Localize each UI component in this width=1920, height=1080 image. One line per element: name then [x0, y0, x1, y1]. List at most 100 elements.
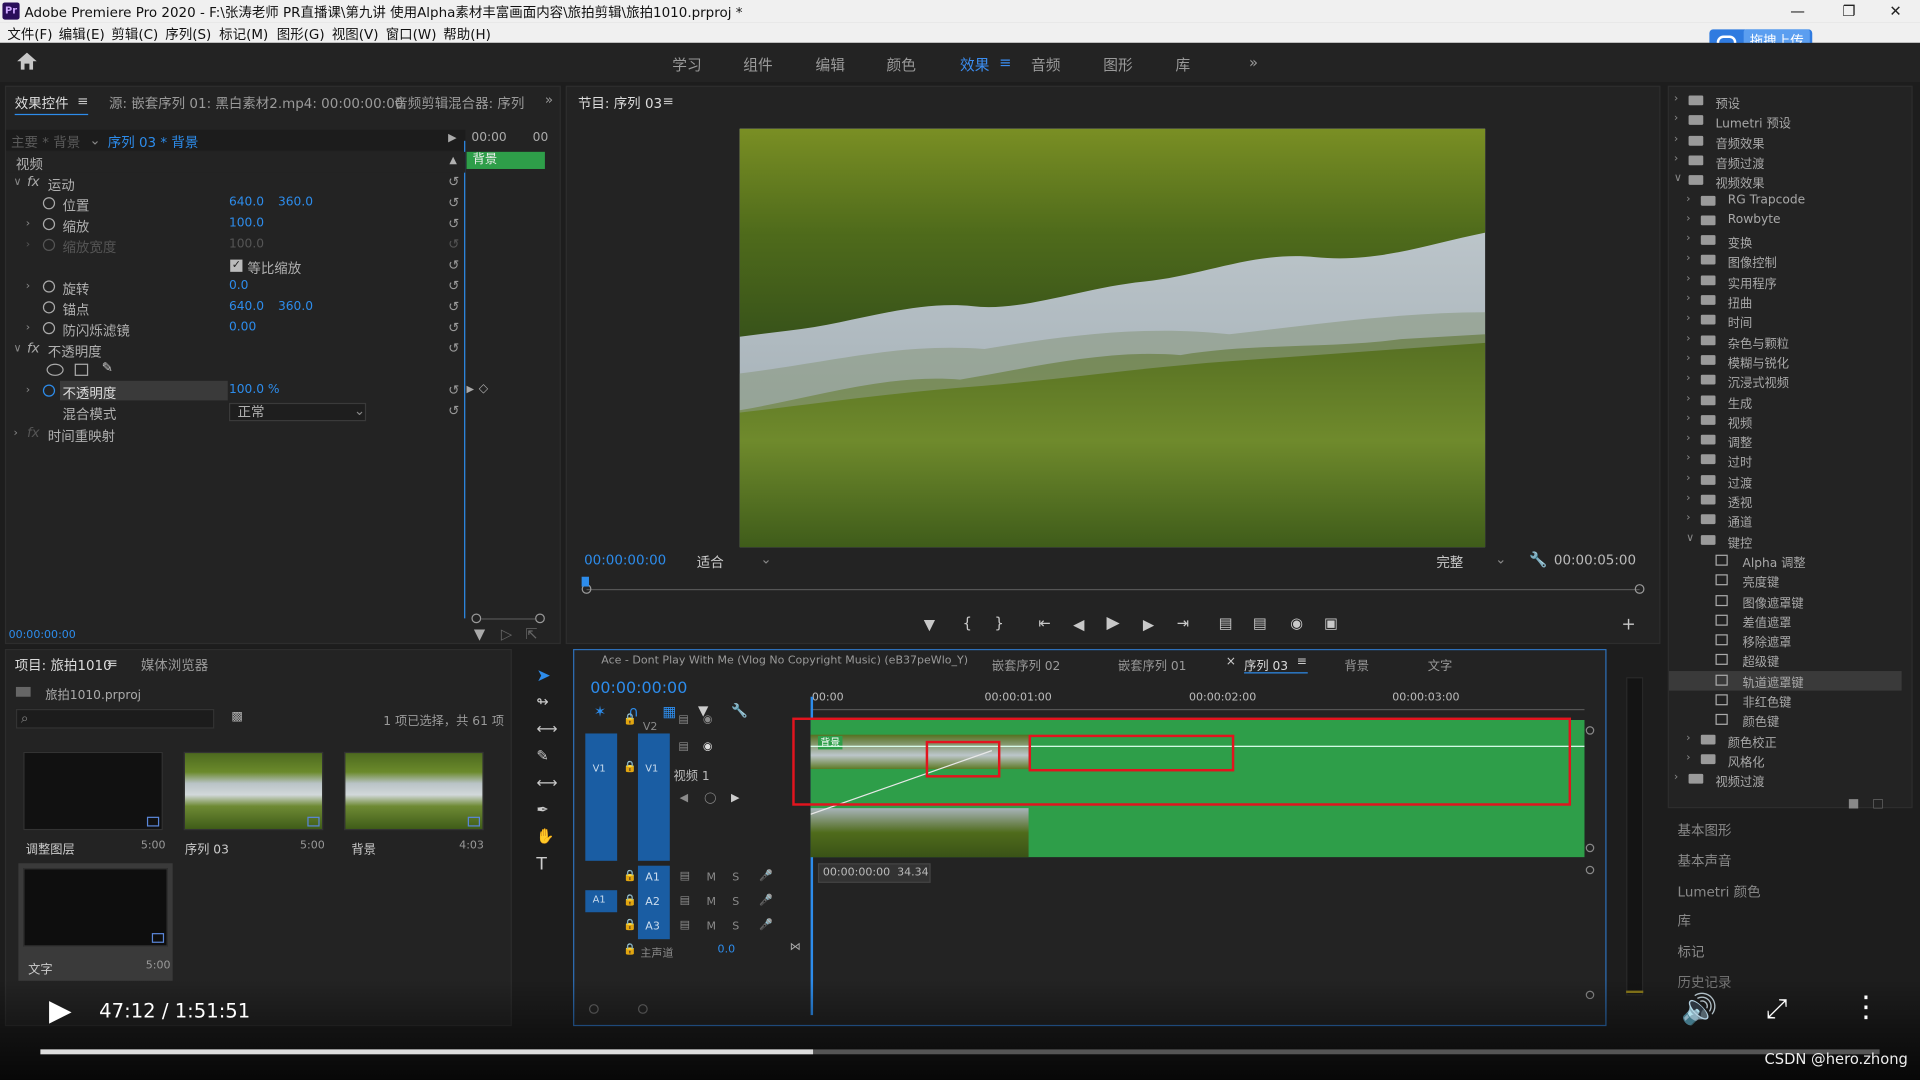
track-select-tool-icon[interactable]: ↬	[536, 693, 548, 710]
expand-chevron-icon[interactable]: ›	[26, 280, 30, 292]
expand-chevron-icon[interactable]: ›	[1686, 732, 1690, 744]
lock-icon[interactable]: 🔒	[623, 944, 637, 956]
stopwatch-icon[interactable]	[42, 217, 56, 231]
scroll-up-icon[interactable]: ▲	[449, 154, 457, 165]
expand-chevron-icon[interactable]: ›	[1686, 392, 1690, 404]
tab-sequence-03[interactable]: 序列 03	[1244, 655, 1288, 673]
selection-tool-icon[interactable]: ➤	[536, 666, 550, 686]
expand-chevron-icon[interactable]: ∨	[1674, 173, 1682, 185]
effects-folder[interactable]: › 音频过渡	[1669, 152, 1902, 171]
expand-chevron-icon[interactable]: ›	[1686, 372, 1690, 384]
expand-chevron-icon[interactable]: ∨	[1686, 532, 1694, 544]
expand-chevron-icon[interactable]: ›	[1674, 133, 1678, 145]
reset-icon[interactable]: ↺	[448, 340, 459, 356]
opacity-group-row[interactable]: ∨ fx 不透明度 ↺	[6, 339, 465, 360]
menu-edit[interactable]: 编辑(E)	[59, 24, 105, 44]
ws-learn[interactable]: 学习	[672, 54, 701, 75]
volume-icon[interactable]: 🔊	[1681, 992, 1718, 1026]
microphone-icon[interactable]: 🎤	[759, 871, 773, 883]
keying-effect-item[interactable]: 非红色键	[1669, 691, 1902, 710]
expand-chevron-icon[interactable]: ›	[1686, 213, 1690, 225]
ec-zoom-slider[interactable]	[471, 613, 545, 625]
stopwatch-icon[interactable]	[42, 280, 56, 293]
reset-icon[interactable]: ↺	[448, 382, 459, 398]
reset-icon[interactable]: ↺	[448, 320, 459, 336]
timeline-vscroll[interactable]	[1585, 726, 1595, 1008]
dropdown-chevron-icon[interactable]: ⌄	[354, 403, 365, 419]
keying-effect-item[interactable]: Alpha 调整	[1669, 551, 1902, 570]
menu-window[interactable]: 窗口(W)	[386, 24, 437, 44]
go-to-out-icon[interactable]: ⇥	[1172, 615, 1194, 632]
close-icon[interactable]: ✕	[1871, 0, 1920, 22]
keyframe-nav-icon[interactable]: ▶	[467, 383, 475, 394]
keyframe-icon[interactable]: ◯	[704, 792, 716, 804]
expand-chevron-icon[interactable]: ›	[1686, 353, 1690, 365]
tab-media-browser[interactable]: 媒体浏览器	[141, 655, 208, 675]
effects-subfolder[interactable]: › 过时	[1669, 451, 1902, 470]
home-icon[interactable]	[17, 52, 37, 70]
ws-libraries[interactable]: 库	[1176, 54, 1191, 75]
tab-menu-icon[interactable]: ≡	[662, 93, 673, 109]
tab-project[interactable]: 项目: 旅拍1010	[15, 655, 112, 675]
step-back-icon[interactable]: ◀	[1068, 616, 1090, 633]
effects-folder[interactable]: › 音频效果	[1669, 132, 1902, 151]
expand-chevron-icon[interactable]: ›	[1674, 93, 1678, 105]
lock-icon[interactable]: 🔒	[623, 895, 637, 907]
source-patch-a1[interactable]: A1	[585, 890, 618, 913]
keying-effect-item[interactable]: 亮度键	[1669, 571, 1902, 590]
expand-chevron-icon[interactable]: ›	[1686, 472, 1690, 484]
ws-assembly[interactable]: 组件	[743, 54, 772, 75]
ws-menu-icon[interactable]: ≡	[999, 54, 1011, 71]
program-title[interactable]: 节目: 序列 03	[578, 93, 662, 113]
exit-fullscreen-icon[interactable]: ⤢	[1766, 994, 1788, 1025]
effects-folder[interactable]: › 视频过渡	[1669, 770, 1902, 790]
panel-essential-graphics[interactable]: 基本图形	[1678, 820, 1911, 840]
maximize-icon[interactable]: ❐	[1824, 0, 1873, 22]
menu-marker[interactable]: 标记(M)	[219, 24, 268, 44]
tab-audio-mixer[interactable]: 音频剪辑混合器: 序列	[394, 93, 524, 113]
hand-tool-icon[interactable]: ✋	[536, 828, 554, 845]
menu-view[interactable]: 视图(V)	[332, 24, 379, 44]
play-only-audio-icon[interactable]: ▷	[501, 626, 512, 643]
mute-button[interactable]: M	[707, 921, 717, 933]
lock-icon[interactable]: 🔒	[623, 920, 637, 932]
effects-subfolder[interactable]: › 实用程序	[1669, 271, 1902, 291]
nest-toggle-icon[interactable]: ✶	[594, 703, 606, 720]
expand-chevron-icon[interactable]: ›	[1686, 253, 1690, 265]
lock-icon[interactable]: 🔒	[623, 762, 637, 774]
panel-essential-sound[interactable]: 基本声音	[1678, 851, 1911, 871]
effects-subfolder[interactable]: › 图像控制	[1669, 251, 1902, 271]
anchor-y-value[interactable]: 360.0	[278, 300, 313, 313]
keying-effect-item[interactable]: 颜色键	[1669, 711, 1902, 730]
position-x-value[interactable]: 640.0	[229, 196, 264, 209]
expand-chevron-icon[interactable]: ›	[1674, 153, 1678, 165]
opacity-value[interactable]: 100.0 %	[229, 383, 280, 396]
ws-audio[interactable]: 音频	[1031, 54, 1060, 75]
extract-icon[interactable]: ▤	[1249, 615, 1271, 632]
tab-menu-icon[interactable]: ≡	[77, 93, 88, 109]
effects-subfolder[interactable]: › 沉浸式视频	[1669, 371, 1902, 390]
scale-value[interactable]: 100.0	[229, 217, 264, 230]
minimize-icon[interactable]: —	[1773, 0, 1822, 22]
tab-background[interactable]: 背景	[1344, 655, 1368, 673]
mark-in-icon[interactable]: {	[956, 615, 978, 632]
expand-chevron-icon[interactable]: ›	[1686, 492, 1690, 504]
stopwatch-icon[interactable]	[42, 197, 56, 210]
effects-subfolder[interactable]: › 时间	[1669, 311, 1902, 331]
solo-button[interactable]: S	[732, 921, 739, 933]
player-play-icon[interactable]: ▶	[49, 993, 72, 1027]
compare-icon[interactable]: ▣	[1320, 615, 1342, 632]
panel-libraries[interactable]: 库	[1678, 911, 1911, 931]
effects-folder[interactable]: › 预设	[1669, 92, 1902, 111]
razor-tool-icon[interactable]: ✎	[536, 747, 548, 764]
ws-overflow-icon[interactable]: »	[1249, 54, 1258, 71]
timeline-timecode[interactable]: 00:00:00:00	[590, 680, 687, 698]
flicker-value[interactable]: 0.00	[229, 321, 256, 334]
position-y-value[interactable]: 360.0	[278, 196, 313, 209]
bin-item-thumb[interactable]	[344, 751, 484, 831]
stopwatch-icon[interactable]	[42, 322, 56, 335]
delete-icon[interactable]: □	[1872, 797, 1884, 810]
uniform-scale-checkbox[interactable]: ✓	[230, 259, 243, 272]
expand-chevron-icon[interactable]: ›	[1686, 233, 1690, 245]
expand-chevron-icon[interactable]: ›	[1686, 313, 1690, 325]
